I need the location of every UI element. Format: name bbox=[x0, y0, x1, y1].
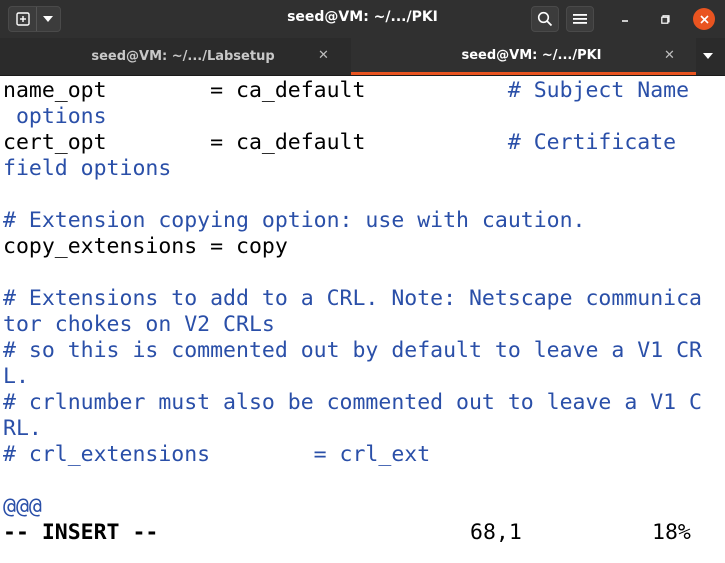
editor-line: # crlnumber must also be commented out t… bbox=[3, 390, 702, 415]
editor-line: # Extensions to add to a CRL. Note: Nets… bbox=[3, 286, 702, 311]
tab-list-dropdown-icon[interactable] bbox=[703, 53, 713, 59]
minimize-button[interactable] bbox=[614, 8, 636, 30]
maximize-icon bbox=[660, 14, 670, 24]
vim-mode-indicator: -- INSERT -- bbox=[3, 520, 159, 545]
editor-line: cert_opt = ca_default # Certificate bbox=[3, 130, 677, 155]
menu-button[interactable] bbox=[566, 6, 594, 32]
editor-line-truncated-marker: @@@ bbox=[3, 494, 42, 519]
editor-line: options bbox=[3, 104, 107, 129]
terminal-area[interactable]: name_opt = ca_default # Subject Name opt… bbox=[0, 76, 725, 563]
search-button[interactable] bbox=[531, 6, 559, 32]
editor-line: # crl_extensions = crl_ext bbox=[3, 442, 431, 467]
tab-close-icon[interactable]: ✕ bbox=[664, 48, 675, 63]
close-button[interactable] bbox=[693, 8, 715, 30]
editor-line: tor chokes on V2 CRLs bbox=[3, 312, 275, 337]
hamburger-menu-icon bbox=[573, 14, 587, 24]
editor-line: name_opt = ca_default # Subject Name bbox=[3, 78, 690, 103]
search-icon bbox=[537, 11, 553, 27]
tab-label: seed@VM: ~/.../Labsetup bbox=[91, 49, 275, 64]
tab-pki[interactable]: seed@VM: ~/.../PKI ✕ bbox=[351, 38, 696, 75]
cursor-position: 68,1 bbox=[470, 520, 522, 545]
editor-line: L. bbox=[3, 364, 29, 389]
tab-bar: seed@VM: ~/.../Labsetup ✕ seed@VM: ~/...… bbox=[0, 38, 725, 76]
scroll-percent: 18% bbox=[652, 520, 691, 545]
editor-line: field options bbox=[3, 156, 172, 181]
tab-close-icon[interactable]: ✕ bbox=[318, 48, 329, 63]
maximize-button[interactable] bbox=[654, 8, 676, 30]
editor-line: copy_extensions = copy bbox=[3, 234, 288, 259]
editor-line: # Extension copying option: use with cau… bbox=[3, 208, 586, 233]
tab-labsetup[interactable]: seed@VM: ~/.../Labsetup ✕ bbox=[0, 38, 350, 75]
close-icon bbox=[699, 14, 709, 24]
editor-line: RL. bbox=[3, 416, 42, 441]
editor-line: # so this is commented out by default to… bbox=[3, 338, 702, 363]
title-bar: seed@VM: ~/.../PKI bbox=[0, 0, 725, 38]
minimize-icon bbox=[622, 20, 628, 22]
tab-label: seed@VM: ~/.../PKI bbox=[461, 47, 602, 63]
